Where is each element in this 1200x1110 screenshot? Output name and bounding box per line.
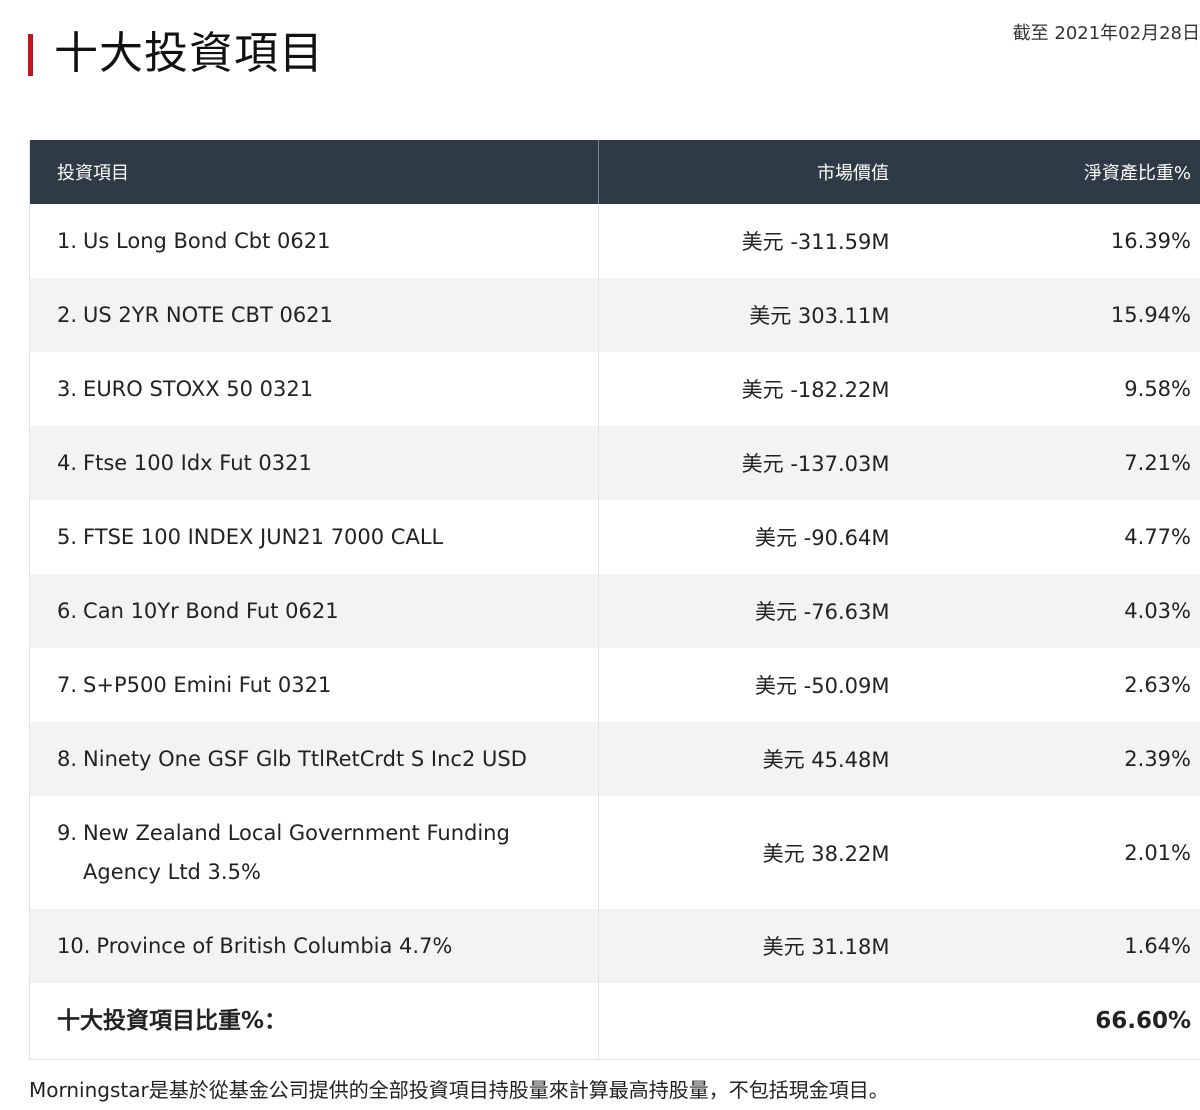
market-value-cell: 美元 31.18M	[598, 909, 896, 983]
table-row: 5. FTSE 100 INDEX JUN21 7000 CALL 美元 -90.6…	[30, 500, 1200, 574]
holding-rank: 10.	[57, 933, 91, 958]
column-header-market-value-label: 市場價值	[817, 163, 889, 184]
net-asset-weight: 4.77%	[1124, 525, 1191, 549]
net-asset-weight: 2.63%	[1124, 673, 1191, 697]
holding-rank: 2.	[57, 302, 78, 327]
page-title: 十大投資項目	[54, 28, 324, 79]
holding-rank: 9.	[57, 820, 78, 845]
net-asset-weight: 2.01%	[1124, 840, 1191, 865]
table-row: 3. EURO STOXX 50 0321 美元 -182.22M 9.58%	[30, 352, 1200, 426]
market-value: 美元 -182.22M	[741, 378, 890, 402]
net-asset-weight: 1.64%	[896, 909, 1200, 983]
holding-name: Ninety One GSF Glb TtlRetCrdt S Inc2 USD	[83, 746, 527, 771]
market-value-cell: 美元 -90.64M	[598, 500, 896, 574]
holding-name: Ftse 100 Idx Fut 0321	[83, 450, 312, 475]
holding-name-wrapper: 6. Can 10Yr Bond Fut 0621	[57, 592, 598, 631]
holding-name-wrapper: 9. New Zealand Local Government Funding A…	[57, 814, 598, 892]
market-value: 美元 303.11M	[749, 304, 890, 328]
holding-name-cell: 9. New Zealand Local Government Funding A…	[30, 796, 599, 909]
holding-name-cell: 2. US 2YR NOTE CBT 0621	[30, 278, 599, 352]
market-value: 美元 -90.64M	[755, 526, 890, 550]
holding-name-cell: 10. Province of British Columbia 4.7%	[30, 909, 599, 983]
holding-name: FTSE 100 INDEX JUN21 7000 CALL	[83, 524, 444, 549]
total-row: 十大投資項目比重%： 66.60%	[30, 983, 1200, 1059]
total-label: 十大投資項目比重%：	[30, 983, 599, 1059]
column-header-weight: 淨資產比重%	[896, 140, 1200, 204]
table-row: 2. US 2YR NOTE CBT 0621 美元 303.11M 15.94%	[30, 278, 1200, 352]
market-value-cell: 美元 45.48M	[598, 722, 896, 796]
table-row: 6. Can 10Yr Bond Fut 0621 美元 -76.63M 4.03%	[30, 574, 1200, 648]
holding-name-wrapper: 7. S+P500 Emini Fut 0321	[57, 666, 598, 705]
holding-rank: 4.	[57, 450, 78, 475]
holding-name: Can 10Yr Bond Fut 0621	[83, 598, 339, 623]
holding-rank: 1.	[57, 228, 78, 253]
table-row: 8. Ninety One GSF Glb TtlRetCrdt S Inc2 U…	[30, 722, 1200, 796]
holding-name-wrapper: 10. Province of British Columbia 4.7%	[57, 927, 598, 966]
holding-name-cell: 5. FTSE 100 INDEX JUN21 7000 CALL	[30, 500, 599, 574]
net-asset-weight: 4.03%	[896, 574, 1200, 648]
top-holdings-table: 投資項目 市場價值 淨資產比重% 1. Us Long Bond Cbt 0621…	[29, 140, 1200, 1060]
holding-name-wrapper: 4. Ftse 100 Idx Fut 0321	[57, 444, 598, 483]
net-asset-weight: 15.94%	[896, 278, 1200, 352]
footnote: Morningstar是基於從基金公司提供的全部投資項目持股量來計算最高持股量，…	[29, 1078, 889, 1102]
holding-name-wrapper: 3. EURO STOXX 50 0321	[57, 370, 598, 409]
title-accent-bar	[28, 34, 33, 76]
net-asset-weight: 9.58%	[1124, 377, 1191, 401]
market-value-cell: 美元 38.22M	[598, 796, 896, 909]
holding-name-wrapper: 8. Ninety One GSF Glb TtlRetCrdt S Inc2 U…	[57, 740, 598, 779]
section-header: 十大投資項目 截至 2021年02月28日	[0, 0, 1200, 120]
market-value: 美元 45.48M	[762, 748, 890, 772]
net-asset-weight: 2.39%	[896, 722, 1200, 796]
holding-name-cell: 8. Ninety One GSF Glb TtlRetCrdt S Inc2 U…	[30, 722, 599, 796]
holding-name: EURO STOXX 50 0321	[83, 376, 314, 401]
table-row: 7. S+P500 Emini Fut 0321 美元 -50.09M 2.63%	[30, 648, 1200, 722]
holding-rank: 5.	[57, 524, 78, 549]
market-value-cell: 美元 -311.59M	[598, 204, 896, 278]
holding-name-cell: 6. Can 10Yr Bond Fut 0621	[30, 574, 599, 648]
holding-rank: 7.	[57, 672, 78, 697]
net-asset-weight: 7.21%	[896, 426, 1200, 500]
table-header-row: 投資項目 市場價值 淨資產比重%	[30, 140, 1200, 204]
market-value-cell: 美元 -137.03M	[598, 426, 896, 500]
holding-name: Us Long Bond Cbt 0621	[83, 228, 331, 253]
total-value: 66.60%	[1095, 1008, 1191, 1034]
holding-name-cell: 1. Us Long Bond Cbt 0621	[30, 204, 599, 278]
market-value: 美元 -76.63M	[755, 600, 890, 624]
holding-name-cell: 4. Ftse 100 Idx Fut 0321	[30, 426, 599, 500]
holding-name-wrapper: 2. US 2YR NOTE CBT 0621	[57, 296, 598, 335]
holding-name: US 2YR NOTE CBT 0621	[83, 302, 333, 327]
holding-name-cell: 3. EURO STOXX 50 0321	[30, 352, 599, 426]
market-value: 美元 -50.09M	[755, 674, 890, 698]
market-value-cell: 美元 -50.09M	[598, 648, 896, 722]
total-empty-cell	[598, 983, 896, 1059]
holding-name-wrapper: 1. Us Long Bond Cbt 0621	[57, 222, 598, 261]
net-asset-weight: 16.39%	[1110, 229, 1191, 253]
holding-rank: 6.	[57, 598, 78, 623]
holding-rank: 8.	[57, 746, 78, 771]
market-value-cell: 美元 -76.63M	[598, 574, 896, 648]
table-row: 9. New Zealand Local Government Funding A…	[30, 796, 1200, 909]
column-header-holding: 投資項目	[30, 140, 599, 204]
market-value: 美元 38.22M	[762, 841, 890, 866]
holding-name: Province of British Columbia 4.7%	[96, 933, 453, 958]
holding-name: S+P500 Emini Fut 0321	[83, 672, 332, 697]
column-header-market-value: 市場價值	[598, 140, 896, 204]
holding-name: New Zealand Local Government Funding Age…	[83, 820, 510, 884]
table-row: 4. Ftse 100 Idx Fut 0321 美元 -137.03M 7.21%	[30, 426, 1200, 500]
market-value-cell: 美元 303.11M	[598, 278, 896, 352]
market-value: 美元 31.18M	[762, 935, 890, 959]
holding-name-wrapper: 5. FTSE 100 INDEX JUN21 7000 CALL	[57, 518, 598, 557]
table-row: 10. Province of British Columbia 4.7% 美元 3…	[30, 909, 1200, 983]
market-value-cell: 美元 -182.22M	[598, 352, 896, 426]
holding-rank: 3.	[57, 376, 78, 401]
market-value: 美元 -137.03M	[741, 452, 890, 476]
holding-name-cell: 7. S+P500 Emini Fut 0321	[30, 648, 599, 722]
table-row: 1. Us Long Bond Cbt 0621 美元 -311.59M 16.39%	[30, 204, 1200, 278]
market-value: 美元 -311.59M	[741, 230, 890, 254]
as-of-date: 截至 2021年02月28日	[1012, 23, 1200, 44]
